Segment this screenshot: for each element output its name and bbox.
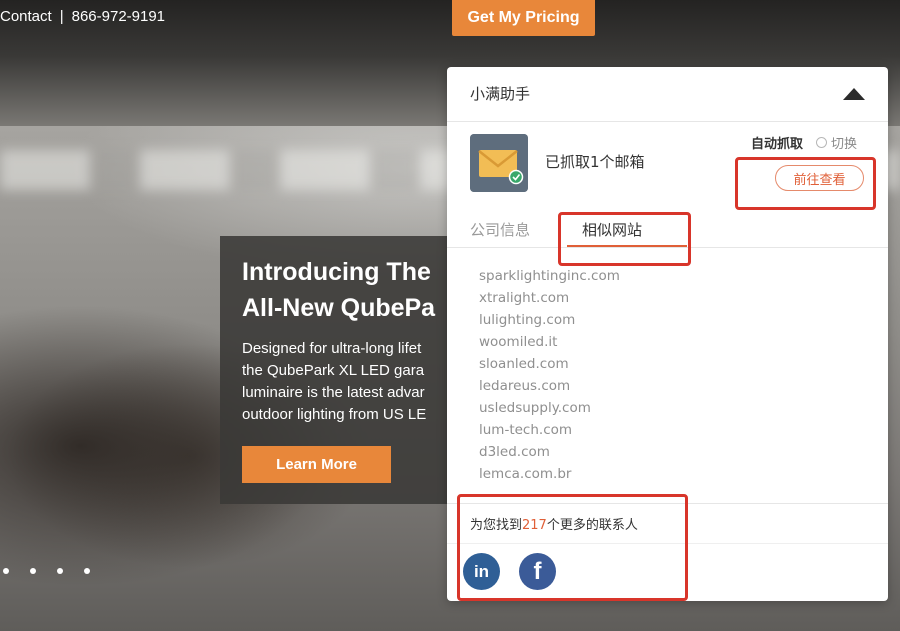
- list-item[interactable]: usledsupply.com: [479, 397, 620, 419]
- promo-body-line: outdoor lighting from US LE: [242, 406, 427, 423]
- highlight-box-similar-tab: [558, 212, 691, 266]
- highlight-box-contacts: [457, 494, 688, 601]
- promo-title-line-2: All-New QubePa: [242, 294, 436, 322]
- list-item[interactable]: lemca.com.br: [479, 463, 620, 485]
- refresh-circle-icon: [816, 137, 827, 148]
- panel-header: 小满助手: [447, 67, 888, 122]
- promo-body-line: Designed for ultra-long lifet: [242, 340, 422, 357]
- carousel-dots: [0, 568, 90, 574]
- list-item[interactable]: ledareus.com: [479, 375, 620, 397]
- promo-title: Introducing The All-New QubePa: [242, 254, 450, 326]
- hero-promo-card: Introducing The All-New QubePa Designed …: [220, 236, 450, 504]
- contact-link[interactable]: Contact: [0, 8, 52, 25]
- auto-capture-label: 自动抓取: [751, 137, 804, 152]
- list-item[interactable]: lulighting.com: [479, 309, 620, 331]
- list-item[interactable]: lum-tech.com: [479, 419, 620, 441]
- list-item[interactable]: d3led.com: [479, 441, 620, 463]
- contact-separator: |: [59, 8, 64, 25]
- contact-bar: Contact | 866-972-9191: [0, 8, 165, 25]
- carousel-dot[interactable]: [30, 568, 36, 574]
- list-item[interactable]: xtralight.com: [479, 287, 620, 309]
- promo-body-line: the QubePark XL LED gara: [242, 362, 425, 379]
- highlight-box-view-button: [735, 157, 876, 210]
- email-capture-status: 已抓取1个邮箱: [545, 153, 645, 171]
- learn-more-button[interactable]: Learn More: [242, 446, 391, 483]
- promo-title-line-1: Introducing The: [242, 258, 431, 286]
- carousel-dot[interactable]: [57, 568, 63, 574]
- promo-body-line: luminaire is the latest advar: [242, 384, 425, 401]
- similar-sites-list: sparklightinginc.com xtralight.com lulig…: [479, 265, 620, 485]
- tab-company-info[interactable]: 公司信息: [470, 219, 530, 240]
- list-item[interactable]: sparklightinginc.com: [479, 265, 620, 287]
- carousel-dot[interactable]: [3, 568, 9, 574]
- get-pricing-button[interactable]: Get My Pricing: [452, 0, 595, 36]
- phone-number[interactable]: 866-972-9191: [72, 8, 165, 25]
- list-item[interactable]: sloanled.com: [479, 353, 620, 375]
- panel-title: 小满助手: [470, 85, 531, 103]
- triangle-up-icon[interactable]: [842, 87, 866, 101]
- list-item[interactable]: woomiled.it: [479, 331, 620, 353]
- switch-toggle[interactable]: 切换: [816, 133, 857, 152]
- switch-label: 切换: [831, 137, 858, 152]
- carousel-dot[interactable]: [84, 568, 90, 574]
- promo-description: Designed for ultra-long lifet the QubePa…: [242, 338, 450, 426]
- envelope-check-icon: [470, 134, 528, 192]
